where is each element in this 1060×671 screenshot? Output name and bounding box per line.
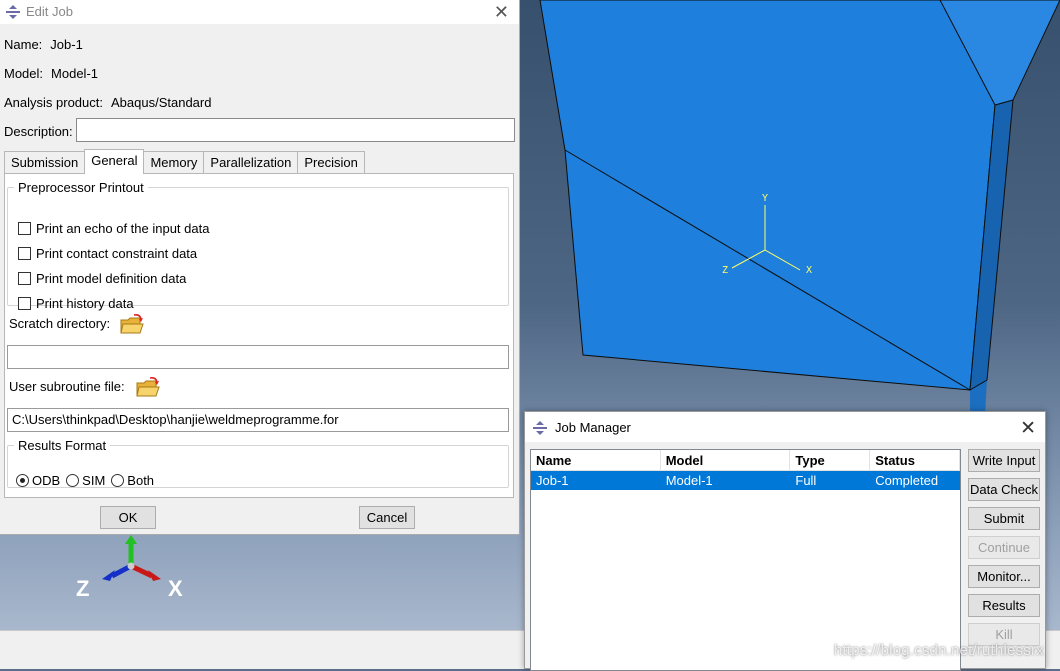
row-model: Model-1 [665,473,713,488]
radio-both[interactable] [111,474,125,487]
job-name-line: Name: Job-1 [4,37,83,52]
results-format-both[interactable]: Both [111,473,154,488]
job-name-label: Name: [4,37,43,52]
abaqus-app-icon [533,421,547,435]
data-check-button[interactable]: Data Check [968,478,1040,501]
row-type: Full Analysis [795,473,844,503]
model-label: Model: [4,66,44,81]
triad-z-label: Z [722,265,728,276]
analysis-product-line: Analysis product: Abaqus/Standard [4,95,211,110]
model-definition-checkbox[interactable]: Print model definition data [18,271,186,286]
preprocessor-printout-legend: Preprocessor Printout [18,180,144,195]
checkbox-box[interactable] [18,222,31,235]
results-button[interactable]: Results [968,594,1040,617]
job-manager-titlebar[interactable]: Job Manager ✕ [525,412,1045,442]
echo-input-checkbox[interactable]: Print an echo of the input data [18,221,209,236]
sim-label: SIM [82,473,106,488]
scratch-directory-label: Scratch directory: [9,316,111,331]
triad-y-label: Y [762,193,768,204]
results-format-group: Results Format ODB SIM Both [7,438,509,488]
echo-input-label: Print an echo of the input data [36,221,210,236]
checkbox-box[interactable] [18,297,31,310]
edit-job-dialog: Edit Job ✕ Name: Job-1 Model: Model-1 Anal… [0,0,520,535]
odb-label: ODB [32,473,61,488]
user-subroutine-label: User subroutine file: [9,379,125,394]
job-table[interactable]: Name Model Type Status Job-1 Model-1 Ful… [530,449,961,671]
tab-submission[interactable]: Submission [4,151,86,174]
contact-constraint-checkbox[interactable]: Print contact constraint data [18,246,197,261]
results-format-odb[interactable]: ODB [16,473,60,488]
checkbox-box[interactable] [18,272,31,285]
row-name: Job-1 [536,473,569,488]
triad-x-label: X [806,265,812,276]
tab-parallelization[interactable]: Parallelization [203,151,299,174]
job-manager-close-icon[interactable]: ✕ [1020,417,1036,440]
job-manager-dialog: Job Manager ✕ Name Model Type Status Job… [524,411,1046,671]
edit-job-titlebar[interactable]: Edit Job ✕ [0,0,519,24]
edit-job-close-icon[interactable]: ✕ [494,2,509,23]
general-tab-panel: Preprocessor Printout Print an echo of t… [4,173,514,498]
user-subroutine-field[interactable]: C:\Users\thinkpad\Desktop\hanjie\weldmep… [7,408,509,432]
edit-job-tabs: Submission General Memory Parallelizatio… [4,149,365,174]
job-name-value: Job-1 [50,37,83,52]
submit-button[interactable]: Submit [968,507,1040,530]
history-data-label: Print history data [36,296,134,311]
tab-memory[interactable]: Memory [143,151,205,174]
cancel-button[interactable]: Cancel [359,506,415,529]
results-format-options: ODB SIM Both [16,473,160,488]
edit-job-title: Edit Job [26,4,73,19]
scratch-directory-field[interactable] [7,345,509,369]
radio-sim[interactable] [66,474,80,487]
monitor-button[interactable]: Monitor... [968,565,1040,588]
analysis-product-value: Abaqus/Standard [111,95,212,110]
write-input-button[interactable]: Write Input [968,449,1040,472]
job-table-header: Name Model Type Status [531,450,960,471]
description-label: Description: [4,124,73,139]
contact-constraint-label: Print contact constraint data [36,246,198,261]
model-definition-label: Print model definition data [36,271,187,286]
mini-triad-z-label: Z [76,576,89,601]
history-data-checkbox[interactable]: Print history data [18,296,134,311]
preprocessor-printout-group: Preprocessor Printout Print an echo of t… [7,180,509,311]
column-status[interactable]: Status [870,450,960,470]
continue-button[interactable]: Continue [968,536,1040,559]
column-type[interactable]: Type [790,450,871,470]
results-format-sim[interactable]: SIM [66,473,105,488]
analysis-product-label: Analysis product: [4,95,103,110]
abaqus-app-icon [6,5,20,19]
both-label: Both [127,473,155,488]
model-line: Model: Model-1 [4,66,98,81]
table-row[interactable]: Job-1 Model-1 Full Analysis Completed [531,471,960,503]
model-value: Model-1 [51,66,98,81]
row-status: Completed [875,473,939,488]
scratch-folder-icon[interactable] [120,313,144,335]
results-format-legend: Results Format [18,438,107,453]
mini-triad [102,535,161,581]
tab-general[interactable]: General [84,149,145,174]
checkbox-box[interactable] [18,247,31,260]
subroutine-folder-icon[interactable] [136,376,160,398]
tab-precision[interactable]: Precision [297,151,365,174]
description-input[interactable] [76,118,515,142]
job-manager-title: Job Manager [555,420,631,435]
watermark-text: https://blog.csdn.net/ruthlessrx [834,642,1044,659]
column-model[interactable]: Model [661,450,791,470]
mini-triad-x-label: X [168,576,183,601]
ok-button[interactable]: OK [100,506,156,529]
radio-odb[interactable] [16,474,29,487]
column-name[interactable]: Name [531,450,661,470]
